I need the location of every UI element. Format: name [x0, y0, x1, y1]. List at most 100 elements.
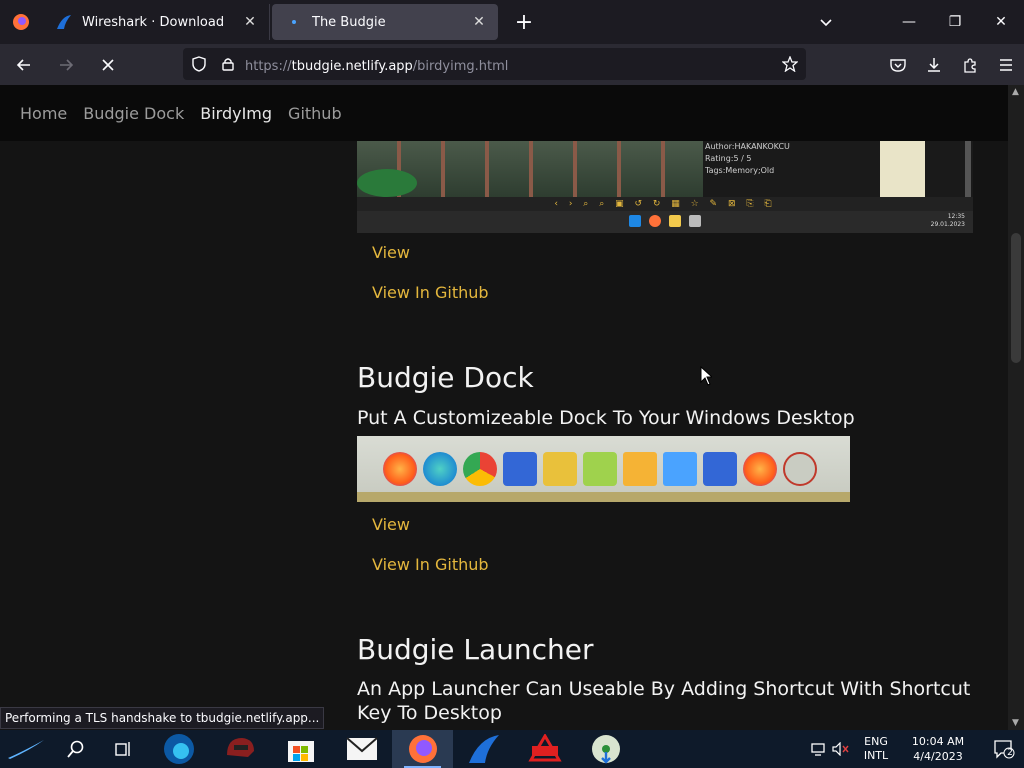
system-clock[interactable]: 10:04 AM 4/4/2023 [902, 734, 974, 764]
browser-nav-bar: https://tbudgie.netlify.app/birdyimg.htm… [0, 44, 1024, 85]
helmet-app-icon[interactable] [209, 730, 270, 768]
virtualbox-icon [503, 452, 537, 486]
site-navbar: Home Budgie Dock BirdyImg Github [0, 85, 1008, 141]
hamburger-menu-icon[interactable] [988, 49, 1024, 81]
close-window-icon[interactable]: ✕ [978, 0, 1024, 44]
virtualbox-icon [703, 452, 737, 486]
cube-icon [583, 452, 617, 486]
birdyimg-view-link[interactable]: View [372, 243, 410, 262]
tab-the-budgie[interactable]: The Budgie ✕ [272, 4, 498, 40]
language-code: ENG [864, 735, 888, 748]
image-metadata-panel: Author:HAKANKOKCU Rating:5 / 5 Tags:Memo… [705, 141, 885, 203]
scroll-up-arrow-icon[interactable]: ▲ [1012, 87, 1019, 97]
nav-birdyimg[interactable]: BirdyImg [200, 104, 272, 123]
address-bar[interactable]: https://tbudgie.netlify.app/birdyimg.htm… [183, 48, 806, 80]
page-scrollbar[interactable]: ▲ ▼ [1008, 85, 1024, 730]
lock-icon[interactable] [215, 57, 241, 71]
tracking-protection-shield-icon[interactable] [183, 56, 215, 72]
input-language-indicator[interactable]: ENG INTL [858, 735, 894, 763]
close-icon[interactable]: ✕ [470, 13, 488, 31]
restore-icon[interactable]: ❐ [932, 0, 978, 44]
budgie-favicon-icon [286, 14, 302, 30]
folder-icon [663, 452, 697, 486]
budgie-dock-screenshot-image [357, 436, 850, 502]
tab-wireshark[interactable]: Wireshark · Download ✕ [42, 4, 270, 40]
url-path: /birdyimg.html [412, 58, 509, 74]
snipping-tool-icon [783, 452, 817, 486]
preview-taskbar: 12:35 29.01.2023 [357, 211, 973, 233]
edge-taskbar-icon[interactable] [148, 730, 209, 768]
wireshark-taskbar-icon[interactable] [453, 730, 514, 768]
birdyimg-github-link[interactable]: View In Github [372, 283, 489, 302]
app-icon [689, 215, 701, 227]
nav-github[interactable]: Github [288, 104, 342, 123]
mail-icon[interactable] [331, 730, 392, 768]
keyboard-layout: INTL [863, 749, 889, 762]
windows-taskbar: ENG INTL 10:04 AM 4/4/2023 2 [0, 730, 1024, 768]
firefox-icon [649, 215, 661, 227]
preview-clock: 12:35 29.01.2023 [931, 213, 965, 229]
url-scheme: https:// [245, 58, 292, 74]
scrollbar-thumb[interactable] [1011, 233, 1021, 363]
folder-icon [623, 452, 657, 486]
folder-icon [669, 215, 681, 227]
meta-author: Author:HAKANKOKCU [705, 142, 790, 151]
budgie-dock-heading: Budgie Dock [357, 361, 534, 394]
budgie-dock-github-link[interactable]: View In Github [372, 555, 489, 574]
meta-tags: Tags:Memory;Old [705, 166, 775, 175]
toolbar-buttons [880, 44, 1024, 85]
stop-loading-icon[interactable] [90, 49, 126, 81]
status-bar-text: Performing a TLS handshake to tbudgie.ne… [0, 707, 325, 729]
browser-tab-bar: Wireshark · Download ✕ The Budgie ✕ + — … [0, 0, 1024, 44]
clock-date: 4/4/2023 [913, 750, 963, 763]
budgie-launcher-heading: Budgie Launcher [357, 633, 594, 666]
network-icon[interactable] [808, 730, 830, 768]
installer-disc-icon[interactable] [575, 730, 636, 768]
birdyimg-screenshot-image: Author:HAKANKOKCU Rating:5 / 5 Tags:Memo… [357, 141, 973, 233]
photo-area [357, 141, 703, 197]
page-viewport: Home Budgie Dock BirdyImg Github Author:… [0, 85, 1008, 730]
list-all-tabs-chevron-icon[interactable] [808, 0, 844, 44]
budgie-dock-subtitle: Put A Customizeable Dock To Your Windows… [357, 407, 855, 429]
nav-budgie-dock[interactable]: Budgie Dock [83, 104, 184, 123]
close-icon[interactable]: ✕ [241, 13, 259, 31]
notification-count-badge: 2 [1007, 748, 1013, 758]
budgie-dock-view-link[interactable]: View [372, 515, 410, 534]
volume-muted-icon[interactable] [830, 730, 852, 768]
search-icon[interactable] [52, 730, 100, 768]
preview-time: 12:35 [947, 213, 965, 220]
firefox-icon [743, 452, 777, 486]
blocks-icon [543, 452, 577, 486]
preview-scrollbar [965, 141, 971, 203]
firefox-icon [383, 452, 417, 486]
bookmark-star-icon[interactable] [781, 55, 799, 76]
wireshark-fin-icon [56, 14, 72, 30]
microsoft-store-icon[interactable] [270, 730, 331, 768]
back-arrow-icon[interactable] [6, 49, 42, 81]
mouse-cursor-icon [700, 365, 714, 390]
chrome-icon [463, 452, 497, 486]
firefox-taskbar-icon[interactable] [392, 730, 453, 768]
task-view-icon[interactable] [100, 730, 148, 768]
preview-date: 29.01.2023 [930, 221, 965, 228]
new-tab-plus-icon[interactable]: + [506, 4, 542, 40]
start-button-icon[interactable] [0, 730, 52, 768]
budgie-launcher-subtitle: An App Launcher Can Useable By Adding Sh… [357, 678, 971, 724]
clock-time: 10:04 AM [911, 735, 965, 748]
extensions-puzzle-icon[interactable] [952, 49, 988, 81]
firefox-view-icon[interactable] [0, 0, 42, 44]
window-controls: — ❐ ✕ [886, 0, 1024, 44]
acrobat-icon[interactable] [514, 730, 575, 768]
minimize-icon[interactable]: — [886, 0, 932, 44]
system-tray: ENG INTL 10:04 AM 4/4/2023 2 [808, 730, 1024, 768]
viewer-toolbar: ‹ › ⌕ ⌕ ▣ ↺ ↻ ▦ ☆ ✎ ⊠ ⎘ ⎗ [357, 197, 973, 211]
downloads-icon[interactable] [916, 49, 952, 81]
nav-home[interactable]: Home [20, 104, 67, 123]
url-host: tbudgie.netlify.app [291, 58, 413, 74]
scroll-down-arrow-icon[interactable]: ▼ [1012, 718, 1019, 728]
notification-center-icon[interactable]: 2 [984, 730, 1024, 768]
forward-arrow-icon[interactable] [48, 49, 84, 81]
windows-icon [629, 215, 641, 227]
pocket-icon[interactable] [880, 49, 916, 81]
tab-title: The Budgie [312, 14, 386, 30]
